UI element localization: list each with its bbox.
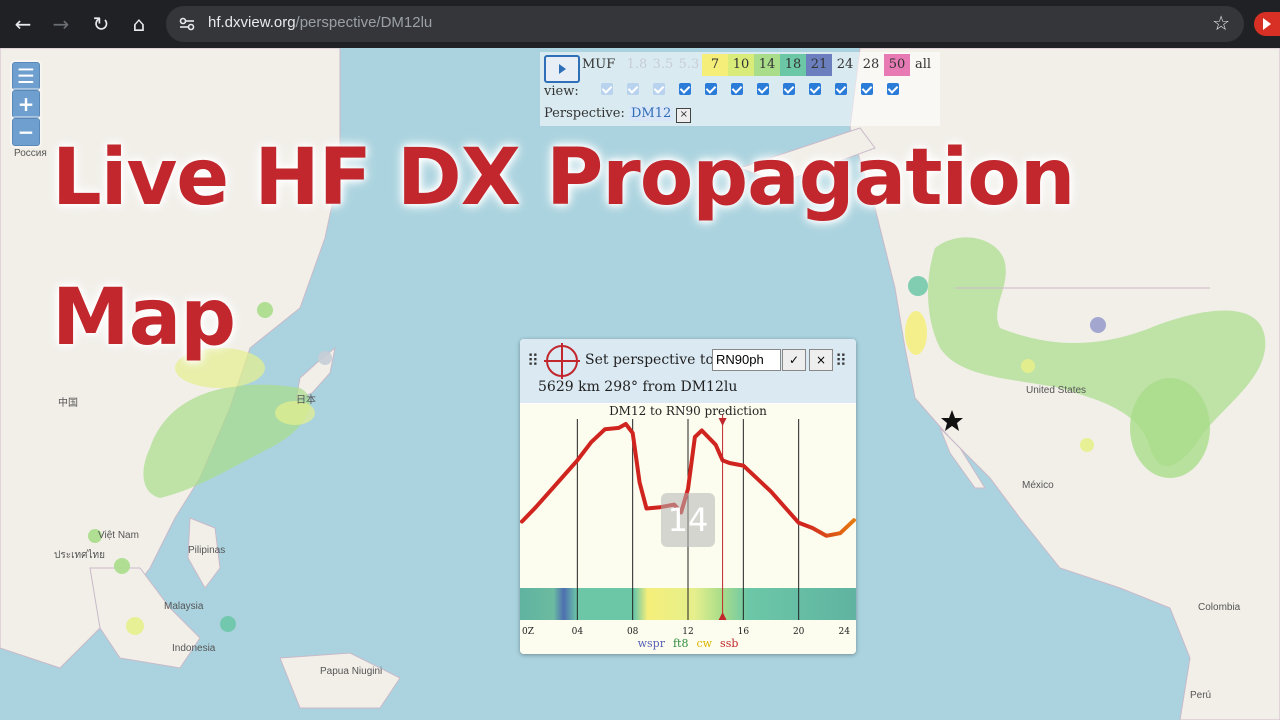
mode-legend: wspr ft8 cw ssb xyxy=(520,637,856,650)
band-label-5-3[interactable]: 5.3 xyxy=(676,54,702,76)
spot-marker xyxy=(126,617,144,635)
band-checkbox-21[interactable] xyxy=(783,83,795,95)
band-label-18[interactable]: 18 xyxy=(780,54,806,76)
band-checkbox-50[interactable] xyxy=(861,83,873,95)
popup-header: ⠿ Set perspective to RN90ph ✓ × ⠿ 5629 k… xyxy=(520,339,856,403)
url-text: hf.dxview.org/perspective/DM12lu xyxy=(208,14,433,31)
muf-label[interactable]: MUF xyxy=(582,54,624,76)
headline-line-1: Live HF DX Propagation xyxy=(52,133,1075,223)
band-label-21[interactable]: 21 xyxy=(806,54,832,76)
site-settings-icon[interactable] xyxy=(178,15,196,33)
x-tick-label: 04 xyxy=(572,627,584,637)
x-tick-label: 24 xyxy=(839,627,851,637)
chart-title: DM12 to RN90 prediction xyxy=(609,404,767,418)
band-checkbox-7[interactable] xyxy=(679,83,691,95)
x-tick-label: 16 xyxy=(738,627,750,637)
x-tick-label: 12 xyxy=(682,627,693,637)
perspective-popup: ⠿ Set perspective to RN90ph ✓ × ⠿ 5629 k… xyxy=(520,339,856,654)
forward-icon[interactable]: → xyxy=(46,9,76,39)
band-checkbox-18[interactable] xyxy=(757,83,769,95)
mode-legend-wspr: wspr xyxy=(637,637,665,650)
label-indonesia: Indonesia xyxy=(172,643,216,654)
propagation-area-southeast xyxy=(1130,378,1210,478)
bookmark-star-icon[interactable]: ☆ xyxy=(1212,11,1230,35)
label-malaysia: Malaysia xyxy=(164,601,204,612)
label-china: 中国 xyxy=(58,398,78,409)
x-tick-label: 08 xyxy=(627,627,639,637)
band-label-28[interactable]: 28 xyxy=(858,54,884,76)
x-axis-ticks: 0Z 04 08 12 16 20 24 xyxy=(522,627,850,637)
band-checkbox-10[interactable] xyxy=(705,83,717,95)
label-thailand: ประเทศไทย xyxy=(54,550,105,561)
mode-legend-cw: cw xyxy=(696,637,713,650)
band-checkbox-24[interactable] xyxy=(809,83,821,95)
png-landmass xyxy=(279,652,401,709)
band-label-10[interactable]: 10 xyxy=(728,54,754,76)
crosshair-icon[interactable] xyxy=(544,343,580,379)
band-checkbox-5-3[interactable] xyxy=(653,83,665,95)
label-japan: 日本 xyxy=(296,395,316,406)
close-button[interactable]: × xyxy=(809,349,833,371)
current-time-marker-top xyxy=(718,418,727,426)
zoom-out-button[interactable]: − xyxy=(12,118,40,146)
band-label-all[interactable]: all xyxy=(910,54,936,76)
reload-icon[interactable]: ↻ xyxy=(86,9,116,39)
label-russia: Россия xyxy=(14,148,47,159)
band-checkbox-1-8[interactable] xyxy=(601,83,613,95)
play-animation-button[interactable] xyxy=(544,55,580,83)
drag-handle-icon[interactable]: ⠿ xyxy=(527,351,539,370)
browser-toolbar: ← → ↻ ⌂ hf.dxview.org/perspective/DM12lu… xyxy=(0,0,1280,48)
spot-marker xyxy=(220,616,236,632)
x-tick-label: 0Z xyxy=(522,627,534,637)
spot-marker xyxy=(1090,317,1106,333)
x-tick-label: 20 xyxy=(793,627,805,637)
perspective-input[interactable]: RN90ph xyxy=(712,349,781,371)
label-mexico: México xyxy=(1022,480,1054,491)
band-label-50[interactable]: 50 xyxy=(884,54,910,76)
address-bar[interactable]: hf.dxview.org/perspective/DM12lu ☆ xyxy=(166,6,1244,42)
spot-marker xyxy=(114,558,130,574)
mode-legend-ft8: ft8 xyxy=(672,637,689,650)
band-checkbox-3-5[interactable] xyxy=(627,83,639,95)
back-icon[interactable]: ← xyxy=(8,9,38,39)
band-badge: 14 xyxy=(661,493,715,547)
view-label: view: xyxy=(544,84,579,99)
drag-handle-icon[interactable]: ⠿ xyxy=(835,351,847,370)
label-philippines: Pilipinas xyxy=(188,545,226,556)
label-vietnam: Việt Nam xyxy=(98,530,139,541)
mode-legend-ssb: ssb xyxy=(720,637,739,650)
band-checkbox-all[interactable] xyxy=(887,83,899,95)
band-label-7[interactable]: 7 xyxy=(702,54,728,76)
band-label-3-5[interactable]: 3.5 xyxy=(650,54,676,76)
spot-marker xyxy=(1080,438,1094,452)
label-peru: Perú xyxy=(1190,690,1212,701)
band-label-1-8[interactable]: 1.8 xyxy=(624,54,650,76)
zoom-in-button[interactable]: + xyxy=(12,90,40,118)
extension-icon[interactable] xyxy=(1254,12,1280,36)
label-colombia: Colombia xyxy=(1198,602,1241,613)
play-icon xyxy=(558,64,566,74)
confirm-button[interactable]: ✓ xyxy=(782,349,806,371)
band-checkbox-14[interactable] xyxy=(731,83,743,95)
band-checkbox-row xyxy=(594,83,906,95)
band-checkbox-28[interactable] xyxy=(835,83,847,95)
home-icon[interactable]: ⌂ xyxy=(124,9,154,39)
band-row: MUF 1.8 3.5 5.3 7 10 14 18 21 24 28 50 all xyxy=(582,54,936,76)
menu-button[interactable]: ☰ xyxy=(12,62,40,90)
band-label-14[interactable]: 14 xyxy=(754,54,780,76)
distance-text: 5629 km 298° from DM12lu xyxy=(538,379,738,395)
set-perspective-label: Set perspective to xyxy=(585,352,714,368)
band-label-24[interactable]: 24 xyxy=(832,54,858,76)
label-png: Papua Niugini xyxy=(320,666,383,677)
